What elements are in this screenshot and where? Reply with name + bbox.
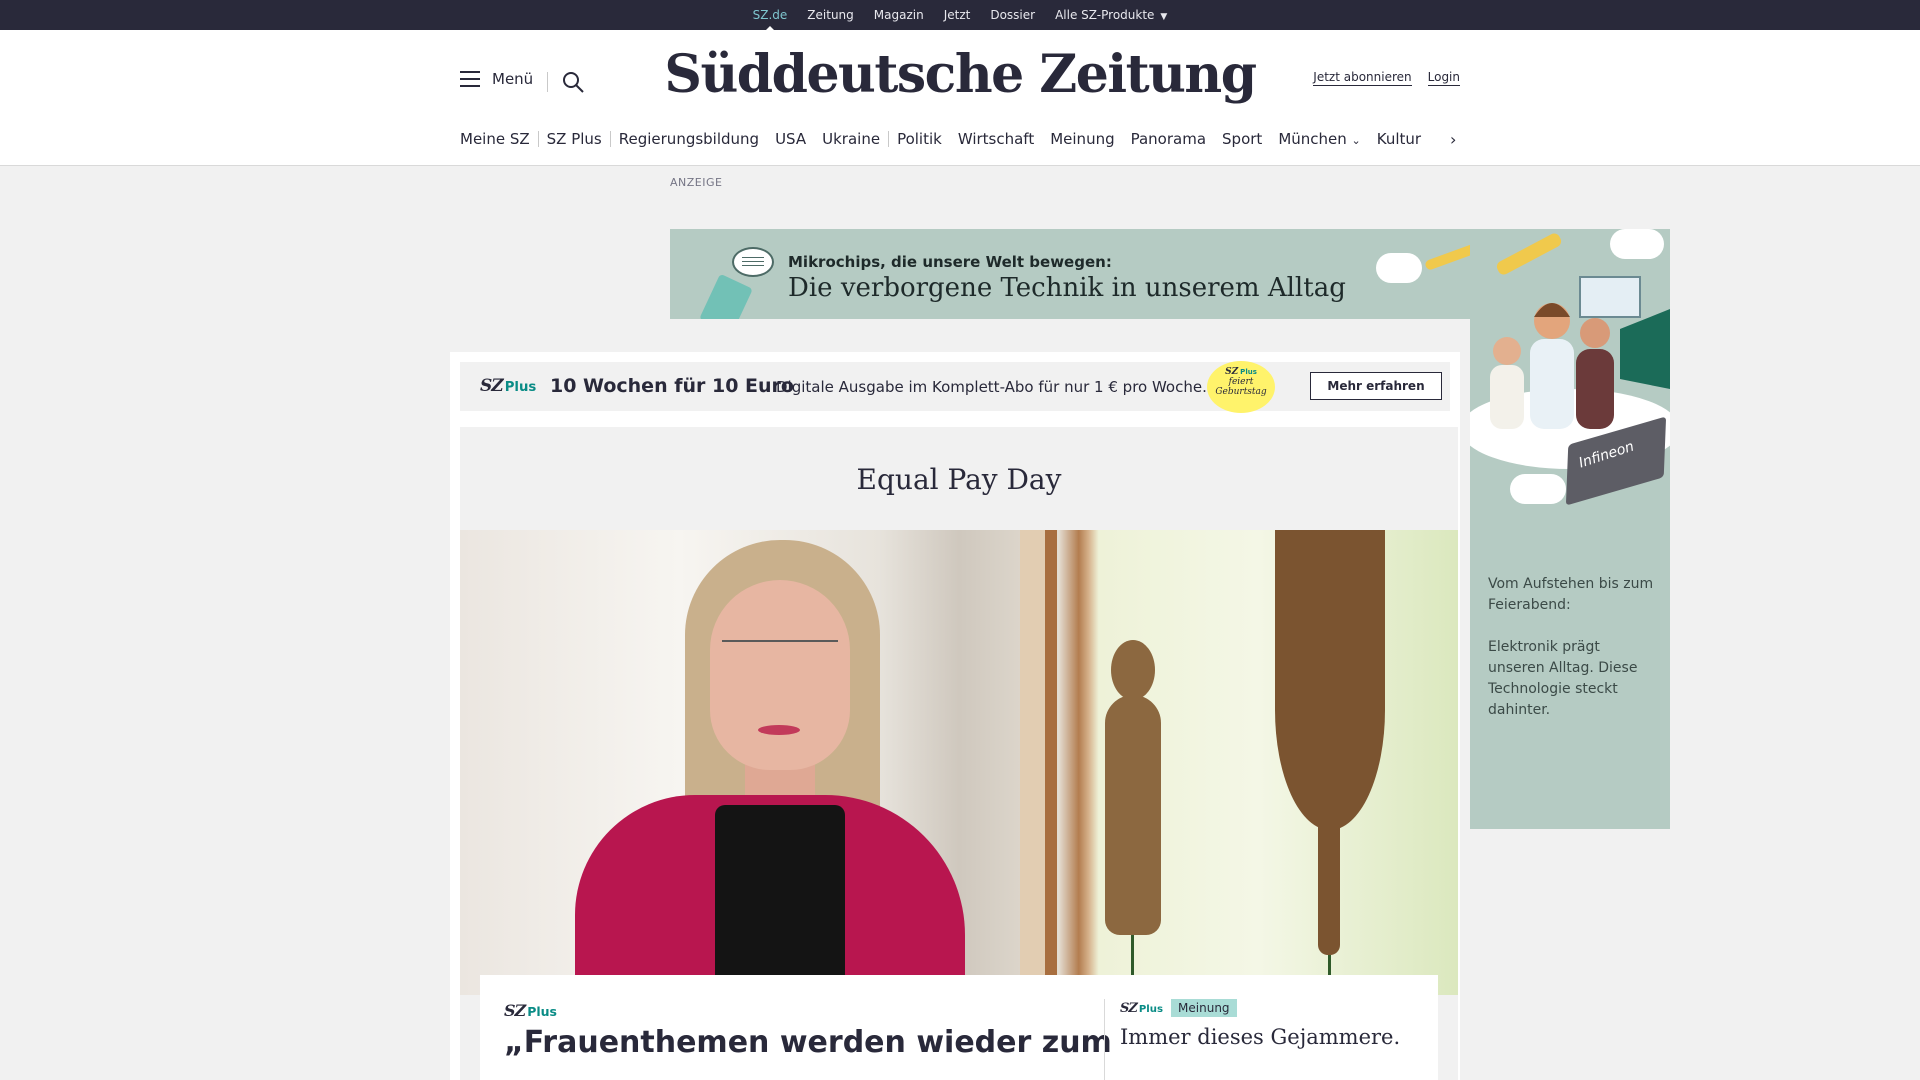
sz-plus-promo-banner[interactable]: SZ Plus 10 Wochen für 10 Euro Digitale Au… [460,361,1450,413]
nav-item-meinung[interactable]: Meinung [1042,130,1122,148]
nav-item-politik[interactable]: Politik [889,130,950,148]
ad-banner-title: Die verborgene Technik in unserem Alltag [788,273,1346,303]
robot-arm-illustration [1424,241,1470,271]
ad-banner[interactable]: Mikrochips, die unsere Welt bewegen: Die… [670,229,1470,319]
topbar-link-jetzt[interactable]: Jetzt [944,8,971,22]
chevron-down-icon: ⌄ [1351,134,1361,147]
nav-item-usa[interactable]: USA [767,130,814,148]
login-link[interactable]: Login [1427,70,1460,86]
topbar-link-magazin[interactable]: Magazin [874,8,924,22]
topic-title[interactable]: Equal Pay Day [460,463,1458,496]
article-card-primary-title[interactable]: „Frauenthemen werden wieder zum [504,1025,1112,1060]
promo-description: Digitale Ausgabe im Komplett-Abo für nur… [776,378,1207,396]
portrait-blouse [715,805,845,995]
article-cards: SZ Plus „Frauenthemen werden wieder zum S… [480,975,1438,1080]
window-frame [1045,530,1057,995]
article-card-primary-brand: SZ Plus [504,1001,557,1020]
site-header: Menü Süddeutsche Zeitung Jetzt abonniere… [0,30,1920,166]
topbar-link-all-products[interactable]: Alle SZ-Produkte ▼ [1055,8,1167,22]
more-info-button[interactable]: Mehr erfahren [1310,372,1442,400]
nav-item-panorama[interactable]: Panorama [1123,130,1214,148]
nav-item-wirtschaft[interactable]: Wirtschaft [950,130,1042,148]
top-utility-bar: SZ.de Zeitung Magazin Jetzt Dossier Alle… [0,0,1920,31]
sz-plus-logo: SZ Plus [480,376,537,396]
birthday-badge: SZ Plus feiert Geburtstag [1207,361,1275,413]
main-navigation: Meine SZ SZ Plus Regierungsbildung USA U… [460,130,1456,149]
hero-image[interactable] [460,530,1458,995]
skyscraper-ad-text-1: Vom Aufstehen bis zum Feierabend: [1488,576,1654,613]
skyscraper-ad-text: Vom Aufstehen bis zum Feierabend: Elektr… [1488,574,1658,721]
speech-bubble-icon [732,247,774,277]
nav-item-sport[interactable]: Sport [1214,130,1270,148]
ad-banner-subtitle: Mikrochips, die unsere Welt bewegen: [788,253,1112,271]
nav-item-kultur[interactable]: Kultur [1369,130,1429,148]
topbar-link-zeitung[interactable]: Zeitung [807,8,853,22]
nav-item-muenchen[interactable]: München ⌄ [1270,130,1368,148]
topbar-link-dossier[interactable]: Dossier [990,8,1035,22]
article-card-secondary-title[interactable]: Immer dieses Gejammere. [1120,1025,1400,1049]
chevron-right-icon[interactable]: › [1450,130,1456,149]
site-logo[interactable]: Süddeutsche Zeitung [0,44,1920,105]
article-card-secondary-meta: SZ Plus Meinung [1120,999,1237,1017]
usb-stick-illustration [699,273,753,319]
sculpture-large [1275,530,1385,960]
nav-item-meine-sz[interactable]: Meine SZ [460,130,538,148]
main-content: SZ Plus 10 Wochen für 10 Euro Digitale Au… [450,352,1460,1080]
cloud-illustration [1610,229,1664,259]
skyscraper-ad[interactable]: Infineon Vom Aufstehen bis zum Feieraben… [1470,229,1670,829]
skyscraper-ad-text-2: Elektronik prägt unseren Alltag. Diese T… [1488,639,1638,718]
nav-item-muenchen-label: München [1278,130,1347,148]
ad-label: ANZEIGE [670,176,723,189]
portrait-face [710,580,850,770]
nav-item-sz-plus[interactable]: SZ Plus [539,130,610,148]
nav-item-ukraine[interactable]: Ukraine [814,130,888,148]
window-frame [1020,530,1045,995]
account-links: Jetzt abonnieren Login [1313,70,1460,86]
topic-section: Equal Pay Day SZ Plus „Frauenthemen werde… [460,427,1458,1080]
subscribe-link[interactable]: Jetzt abonnieren [1313,70,1412,86]
nav-item-regierungsbildung[interactable]: Regierungsbildung [611,130,767,148]
opinion-tag: Meinung [1171,999,1237,1017]
promo-headline: 10 Wochen für 10 Euro [550,375,794,397]
portrait-lips [758,725,800,735]
sz-plus-logo: SZ Plus [1120,1000,1164,1016]
topbar-link-szde[interactable]: SZ.de [753,8,787,31]
cloud-illustration [1376,253,1422,283]
topbar-all-products-label: Alle SZ-Produkte [1055,8,1155,22]
card-divider [1104,999,1105,1080]
chevron-down-icon: ▼ [1160,12,1168,22]
portrait-glasses [722,640,838,662]
cloud-illustration [1510,474,1566,504]
